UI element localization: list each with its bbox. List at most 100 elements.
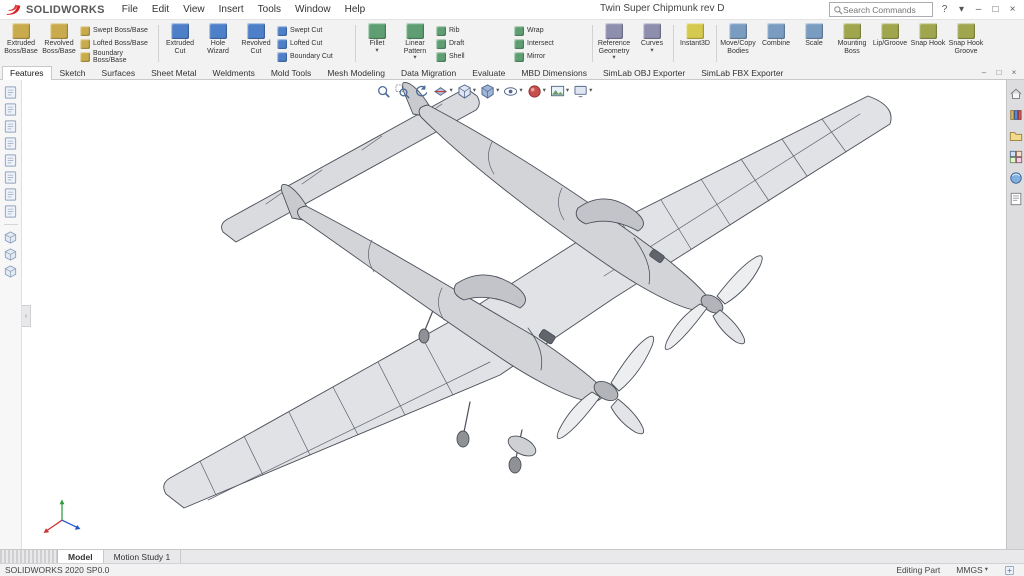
view-orientation-icon[interactable]: ▾: [457, 84, 476, 99]
swept-boss-base-button[interactable]: Swept Boss/Base: [78, 25, 156, 37]
dropdown-arrow-icon[interactable]: ▾: [450, 88, 453, 95]
status-tag-icon[interactable]: [1004, 565, 1015, 576]
left-toolbar-icon[interactable]: [3, 170, 18, 185]
move-copy-bodies-button[interactable]: Move/Copy Bodies: [719, 21, 757, 66]
fillet-button[interactable]: Fillet▾: [358, 21, 396, 66]
design-library-icon[interactable]: [1009, 108, 1023, 122]
zoom-to-area-icon[interactable]: [396, 84, 411, 99]
extruded-cut-button[interactable]: Extruded Cut: [161, 21, 199, 66]
tab-mold-tools[interactable]: Mold Tools: [263, 66, 319, 79]
tab-sheet-metal[interactable]: Sheet Metal: [143, 66, 204, 79]
mounting-boss-button[interactable]: Mounting Boss: [833, 21, 871, 66]
menu-tools[interactable]: Tools: [251, 2, 288, 17]
left-toolbar-icon[interactable]: [3, 119, 18, 134]
dropdown-arrow-icon[interactable]: ▾: [413, 55, 416, 62]
dropdown-arrow-icon[interactable]: ▾: [519, 88, 522, 95]
minimize-button[interactable]: –: [970, 2, 987, 17]
draft-button[interactable]: Draft: [434, 38, 512, 50]
previous-view-icon[interactable]: [415, 84, 430, 99]
dropdown-arrow-icon[interactable]: ▾: [375, 48, 378, 55]
graphics-viewport[interactable]: ▾ ▾ ▾ ▾ ▾ ▾ ▾: [22, 80, 1006, 549]
boundary-cut-button[interactable]: Boundary Cut: [275, 51, 353, 63]
curves-button[interactable]: Curves▾: [633, 21, 671, 66]
tab-features[interactable]: Features: [2, 66, 52, 80]
menu-help[interactable]: Help: [338, 2, 373, 17]
zoom-to-fit-icon[interactable]: [377, 84, 392, 99]
dropdown-arrow-icon[interactable]: ▾: [650, 48, 653, 55]
left-toolbar-icon[interactable]: [3, 264, 18, 279]
combine-button[interactable]: Combine: [757, 21, 795, 66]
lofted-boss-base-button[interactable]: Lofted Boss/Base: [78, 38, 156, 50]
snap-hook-groove-button[interactable]: Snap Hook Groove: [947, 21, 985, 66]
units-selector[interactable]: MMGS ▾: [956, 565, 988, 575]
dropdown-arrow-icon[interactable]: ▾: [566, 88, 569, 95]
tab-mesh-modeling[interactable]: Mesh Modeling: [319, 66, 393, 79]
appearances-scenes-icon[interactable]: [1009, 171, 1023, 185]
display-style-icon[interactable]: ▾: [480, 84, 499, 99]
rib-button[interactable]: Rib: [434, 25, 512, 37]
view-palette-icon[interactable]: [1009, 150, 1023, 164]
hide-show-items-icon[interactable]: ▾: [503, 84, 522, 99]
tab-sketch[interactable]: Sketch: [52, 66, 94, 79]
aircraft-model[interactable]: [22, 80, 1006, 549]
revolved-cut-button[interactable]: Revolved Cut: [237, 21, 275, 66]
options-arrow-button[interactable]: ▾: [953, 2, 970, 17]
dropdown-arrow-icon[interactable]: ▾: [612, 55, 615, 62]
section-view-icon[interactable]: ▾: [434, 84, 453, 99]
left-toolbar-icon[interactable]: [3, 204, 18, 219]
doc-minimize-button[interactable]: –: [977, 67, 991, 78]
left-toolbar-icon[interactable]: [3, 153, 18, 168]
left-toolbar-icon[interactable]: [3, 136, 18, 151]
scale-button[interactable]: Scale: [795, 21, 833, 66]
left-toolbar-icon[interactable]: [3, 247, 18, 262]
menu-window[interactable]: Window: [288, 2, 338, 17]
extruded-boss-base-button[interactable]: Extruded Boss/Base: [2, 21, 40, 66]
linear-pattern-button[interactable]: Linear Pattern▾: [396, 21, 434, 66]
doc-restore-button[interactable]: □: [992, 67, 1006, 78]
tab-mbd-dimensions[interactable]: MBD Dimensions: [513, 66, 595, 79]
left-toolbar-icon[interactable]: [3, 85, 18, 100]
dropdown-arrow-icon[interactable]: ▾: [543, 88, 546, 95]
mirror-button[interactable]: Mirror: [512, 51, 590, 63]
solidworks-resources-icon[interactable]: [1009, 87, 1023, 101]
help-button[interactable]: ?: [936, 2, 953, 17]
left-toolbar-icon[interactable]: [3, 187, 18, 202]
search-input[interactable]: [843, 5, 923, 15]
maximize-button[interactable]: □: [987, 2, 1004, 17]
model-tab-motion-study-1[interactable]: Motion Study 1: [104, 550, 182, 563]
view-settings-icon[interactable]: ▾: [573, 84, 592, 99]
apply-scene-icon[interactable]: ▾: [550, 84, 569, 99]
lofted-cut-button[interactable]: Lofted Cut: [275, 38, 353, 50]
tab-evaluate[interactable]: Evaluate: [464, 66, 513, 79]
edit-appearance-icon[interactable]: ▾: [527, 84, 546, 99]
swept-cut-button[interactable]: Swept Cut: [275, 25, 353, 37]
reference-geometry-button[interactable]: Reference Geometry▾: [595, 21, 633, 66]
tab-weldments[interactable]: Weldments: [204, 66, 262, 79]
tab-simlab-obj-exporter[interactable]: SimLab OBJ Exporter: [595, 66, 693, 79]
dropdown-arrow-icon[interactable]: ▾: [473, 88, 476, 95]
instant3d-button[interactable]: Instant3D: [676, 21, 714, 66]
tab-surfaces[interactable]: Surfaces: [94, 66, 144, 79]
hole-wizard-button[interactable]: Hole Wizard: [199, 21, 237, 66]
model-tab-model[interactable]: Model: [58, 550, 104, 563]
left-toolbar-icon[interactable]: [3, 230, 18, 245]
featuremanager-flyout-arrow[interactable]: ‹: [22, 305, 31, 327]
menu-file[interactable]: File: [115, 2, 145, 17]
dropdown-arrow-icon[interactable]: ▾: [496, 88, 499, 95]
shell-button[interactable]: Shell: [434, 51, 512, 63]
custom-properties-icon[interactable]: [1009, 192, 1023, 206]
snap-hook-button[interactable]: Snap Hook: [909, 21, 947, 66]
menu-view[interactable]: View: [176, 2, 212, 17]
search-box[interactable]: [829, 2, 933, 17]
boundary-boss-base-button[interactable]: Boundary Boss/Base: [78, 51, 156, 63]
file-explorer-icon[interactable]: [1009, 129, 1023, 143]
close-button[interactable]: ×: [1004, 2, 1021, 17]
wrap-button[interactable]: Wrap: [512, 25, 590, 37]
intersect-button[interactable]: Intersect: [512, 38, 590, 50]
tab-data-migration[interactable]: Data Migration: [393, 66, 464, 79]
lip-groove-button[interactable]: Lip/Groove: [871, 21, 909, 66]
menu-insert[interactable]: Insert: [212, 2, 251, 17]
tab-scroll-handle[interactable]: [0, 550, 58, 563]
menu-edit[interactable]: Edit: [145, 2, 176, 17]
revolved-boss-base-button[interactable]: Revolved Boss/Base: [40, 21, 78, 66]
